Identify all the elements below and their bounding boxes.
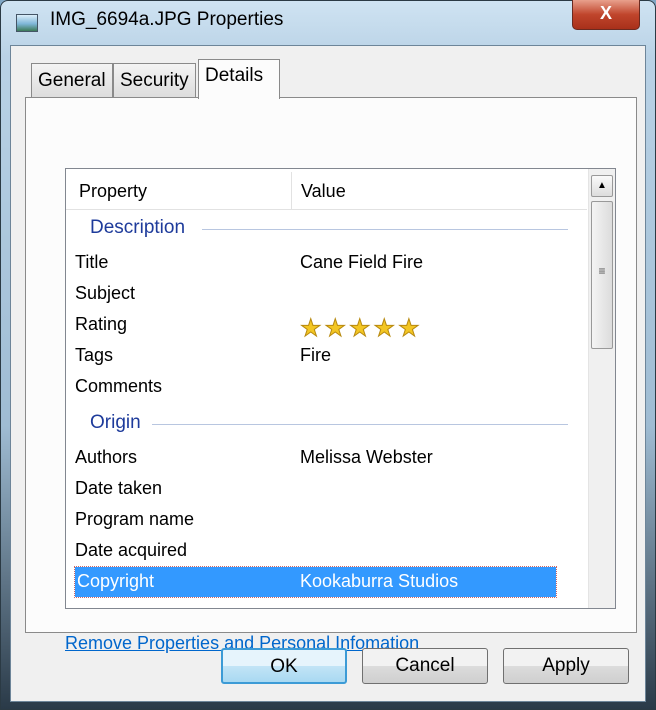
- group-label: Description: [90, 217, 186, 238]
- list-item[interactable]: Title Cane Field Fire: [75, 248, 556, 278]
- list-item[interactable]: Program name: [75, 505, 556, 535]
- group-label: Origin: [90, 412, 141, 433]
- close-button[interactable]: X: [572, 0, 640, 30]
- list-item[interactable]: Authors Melissa Webster: [75, 443, 556, 473]
- property-name: Title: [75, 252, 109, 272]
- ok-button[interactable]: OK: [221, 648, 347, 684]
- image-file-icon: [16, 14, 38, 32]
- property-name: Subject: [75, 283, 136, 303]
- list-header: Property Value: [66, 172, 587, 210]
- vertical-scrollbar[interactable]: ▲ ≡: [588, 169, 615, 608]
- property-value[interactable]: Kookaburra Studios: [300, 571, 458, 592]
- scrollbar-thumb[interactable]: ≡: [591, 201, 613, 349]
- dialog-client: General Security Details Property Value …: [10, 45, 646, 702]
- property-name: Copyright: [77, 571, 155, 591]
- column-header-property[interactable]: Property: [79, 181, 147, 202]
- tab-details[interactable]: Details: [198, 59, 280, 99]
- list-item[interactable]: Date taken: [75, 474, 556, 504]
- tab-general[interactable]: General: [31, 63, 113, 98]
- property-name: Authors: [75, 447, 138, 467]
- scroll-up-arrow-icon[interactable]: ▲: [591, 175, 613, 197]
- property-name: Date taken: [75, 478, 163, 498]
- column-header-value[interactable]: Value: [301, 181, 346, 202]
- property-value[interactable]: Melissa Webster: [300, 447, 433, 468]
- property-value[interactable]: Cane Field Fire: [300, 252, 423, 273]
- property-value[interactable]: Fire: [300, 345, 331, 366]
- group-description: Description: [90, 217, 568, 239]
- list-item[interactable]: Date acquired: [75, 536, 556, 566]
- property-name: Rating: [75, 314, 128, 334]
- property-name: Program name: [75, 509, 195, 529]
- property-name: Comments: [75, 376, 163, 396]
- tab-security[interactable]: Security: [113, 63, 196, 98]
- property-name: Date acquired: [75, 540, 188, 560]
- tab-panel: Property Value Description Title Cane Fie…: [25, 97, 637, 653]
- list-item[interactable]: Subject: [75, 279, 556, 309]
- list-item[interactable]: Tags Fire: [75, 341, 556, 371]
- properties-list[interactable]: Property Value Description Title Cane Fie…: [65, 168, 616, 609]
- property-name: Tags: [75, 345, 114, 365]
- group-origin: Origin: [90, 412, 568, 434]
- list-item[interactable]: Comments: [75, 372, 556, 402]
- apply-button[interactable]: Apply: [503, 648, 629, 684]
- cancel-button[interactable]: Cancel: [362, 648, 488, 684]
- list-item-selected[interactable]: Copyright Kookaburra Studios: [74, 566, 557, 598]
- window-title: IMG_6694a.JPG Properties: [50, 9, 284, 30]
- rating-stars[interactable]: ★★★★★: [300, 314, 423, 343]
- list-item[interactable]: Rating ★★★★★: [75, 310, 556, 343]
